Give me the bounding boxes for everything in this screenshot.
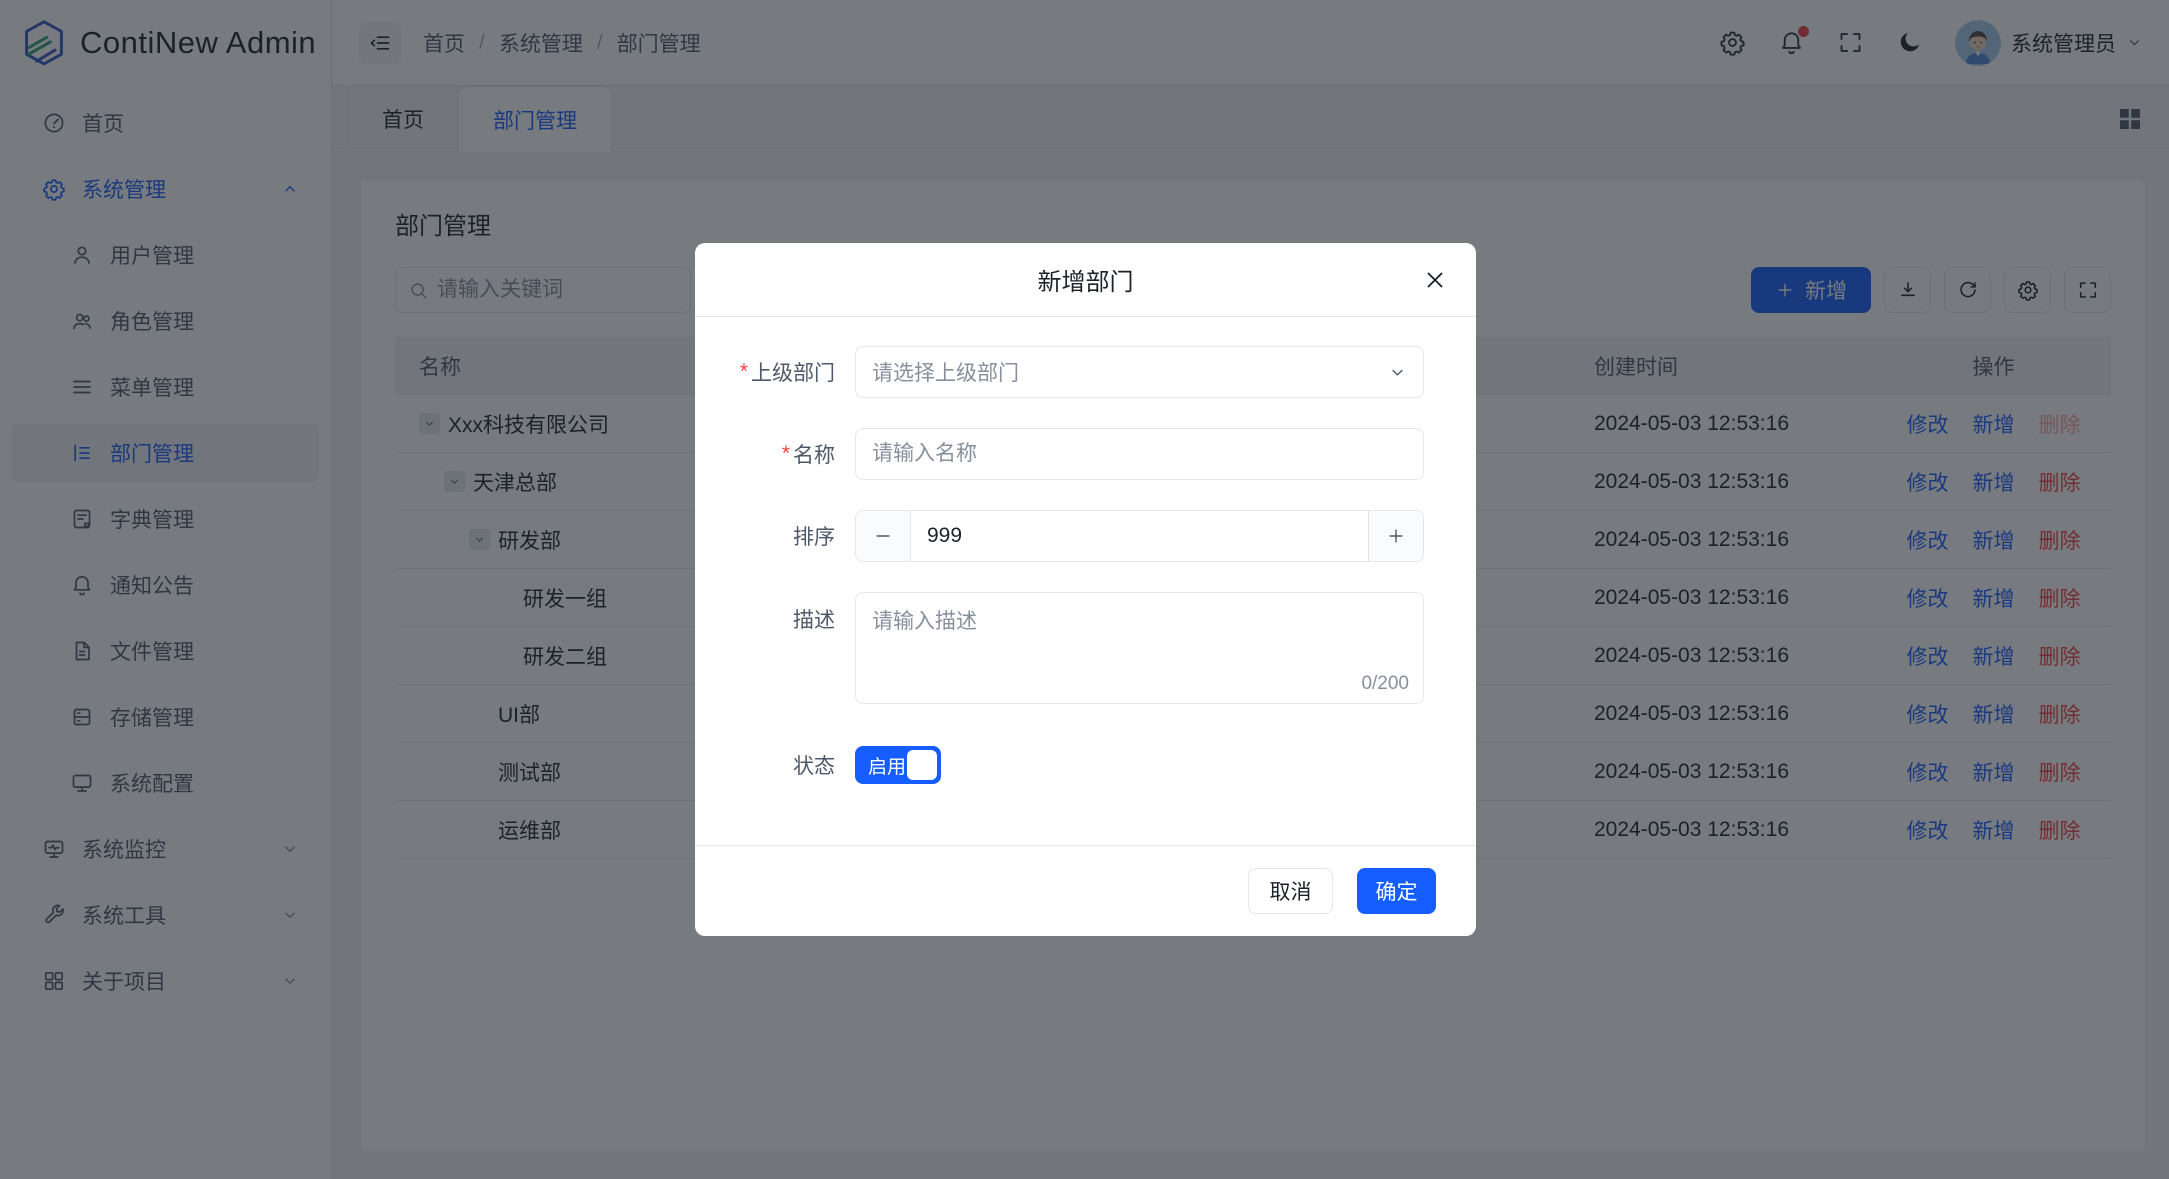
stepper-minus-button[interactable] bbox=[856, 511, 911, 561]
char-counter: 0/200 bbox=[1361, 673, 1409, 694]
modal-title: 新增部门 bbox=[1037, 269, 1134, 296]
stepper-plus-button[interactable] bbox=[1368, 511, 1423, 561]
field-label-text: 描述 bbox=[793, 609, 835, 632]
confirm-button[interactable]: 确定 bbox=[1357, 868, 1436, 914]
field-label: * 上级部门 bbox=[695, 346, 835, 398]
name-input[interactable] bbox=[856, 429, 1423, 479]
required-asterisk: * bbox=[739, 360, 748, 383]
desc-textarea[interactable] bbox=[856, 593, 1423, 703]
field-status: 状态 启用 bbox=[695, 746, 1476, 784]
status-toggle[interactable]: 启用 bbox=[855, 746, 941, 784]
modal-body: * 上级部门 请选择上级部门 * 名称 排序 bbox=[695, 317, 1476, 784]
status-toggle-knob bbox=[907, 750, 937, 780]
field-label: 描述 bbox=[695, 592, 835, 704]
parent-dept-select[interactable]: 请选择上级部门 bbox=[855, 346, 1424, 398]
status-toggle-label: 启用 bbox=[868, 756, 907, 778]
field-label-text: 排序 bbox=[793, 526, 835, 549]
field-sort: 排序 bbox=[695, 510, 1476, 562]
field-desc: 描述 0/200 bbox=[695, 592, 1476, 704]
field-label: 排序 bbox=[695, 510, 835, 562]
chevron-down-icon bbox=[1388, 363, 1407, 382]
field-name: * 名称 bbox=[695, 428, 1476, 480]
modal-footer: 取消 确定 bbox=[695, 845, 1476, 936]
sort-input[interactable] bbox=[911, 511, 1368, 561]
modal-header: 新增部门 bbox=[695, 243, 1476, 317]
minus-icon bbox=[873, 526, 893, 546]
field-label-text: 名称 bbox=[793, 444, 835, 467]
plus-icon bbox=[1386, 526, 1406, 546]
sort-stepper bbox=[855, 510, 1424, 562]
field-label-text: 状态 bbox=[793, 755, 835, 778]
close-icon[interactable] bbox=[1422, 267, 1448, 293]
required-asterisk: * bbox=[781, 442, 790, 465]
field-label-text: 上级部门 bbox=[751, 362, 835, 385]
desc-textarea-wrap: 0/200 bbox=[855, 592, 1424, 704]
add-department-modal: 新增部门 * 上级部门 请选择上级部门 * 名称 请输入名称 排序 999 描述… bbox=[695, 243, 1476, 936]
field-label: 状态 bbox=[695, 746, 835, 784]
select-placeholder: 请选择上级部门 bbox=[872, 362, 1019, 385]
cancel-button[interactable]: 取消 bbox=[1248, 868, 1333, 914]
field-label: * 名称 bbox=[695, 428, 835, 480]
field-parent-dept: * 上级部门 请选择上级部门 bbox=[695, 346, 1476, 398]
